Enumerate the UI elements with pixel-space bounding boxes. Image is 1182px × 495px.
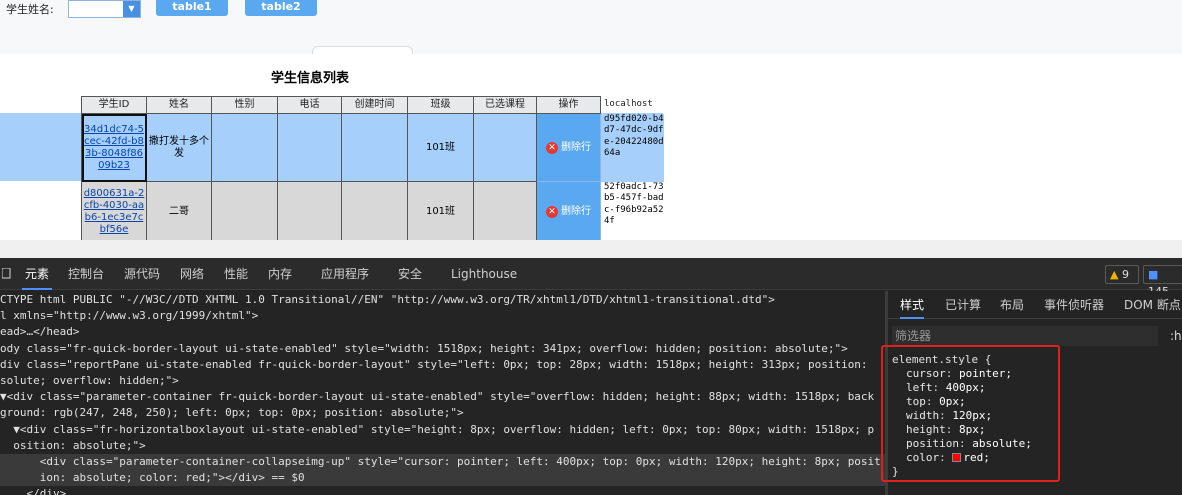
chevron-down-icon[interactable]: ▼ — [123, 1, 140, 17]
table2-button[interactable]: table2 — [245, 0, 317, 16]
header-localhost: localhost — [604, 99, 653, 110]
dom-line[interactable]: ▼<div class="parameter-container fr-quic… — [0, 389, 885, 405]
tab-sources[interactable]: 源代码 — [124, 258, 160, 290]
delete-row-label: 删除行 — [561, 141, 591, 153]
student-id-link[interactable]: 34d1dc74-5cec-42fd-b83b-8048f8609b23 — [83, 124, 146, 172]
cell-class: 101班 — [407, 181, 474, 240]
cell-phone — [277, 113, 342, 182]
cell-operation: ✕ 删除行 — [536, 113, 601, 182]
cell-operation: ✕ 删除行 — [536, 181, 601, 240]
tab-memory[interactable]: 内存 — [268, 258, 292, 290]
cell-courses — [473, 181, 537, 240]
tab-console[interactable]: 控制台 — [68, 258, 104, 290]
cell-student-id[interactable]: d800631a-2cfb-4030-aab6-1ec3e7cbf56e — [81, 181, 147, 240]
cell-courses — [473, 113, 537, 182]
cell-gender — [211, 181, 278, 240]
cell-created — [341, 181, 408, 240]
devtools-tabbar: 元素 控制台 源代码 网络 性能 内存 应用程序 安全 Lighthouse ▲… — [0, 258, 1182, 298]
cell-localhost: d95fd020-b4d7-47dc-9dfe-20422480d64a — [600, 113, 665, 182]
report-title: 学生信息列表 — [270, 71, 349, 86]
tab-security[interactable]: 安全 — [398, 258, 422, 290]
tab-network[interactable]: 网络 — [180, 258, 204, 290]
parameter-collapse-toggle[interactable] — [312, 46, 413, 54]
header-phone: 电话 — [277, 96, 342, 114]
tab-styles[interactable]: 样式 — [900, 291, 925, 319]
hover-state-toggle[interactable]: :h — [1170, 326, 1182, 346]
tab-computed[interactable]: 已计算 — [945, 291, 981, 319]
table-row[interactable]: d800631a-2cfb-4030-aab6-1ec3e7cbf56e 二哥 … — [81, 181, 665, 240]
annotation-highlight-box — [881, 345, 1060, 482]
table1-button[interactable]: table1 — [156, 0, 228, 16]
screen: 学生姓名: ▼ table1 table2 学生信息列表 学生ID 姓名 性别 … — [0, 0, 1182, 495]
student-name-label: 学生姓名: — [6, 3, 54, 16]
close-icon: ✕ — [546, 205, 558, 218]
parameter-container: 学生姓名: ▼ table1 table2 — [0, 0, 1182, 54]
student-table: 学生ID 姓名 性别 电话 创建时间 班级 已选课程 操作 localhost … — [81, 96, 665, 240]
header-created: 创建时间 — [341, 96, 408, 114]
dom-line[interactable]: osition: absolute;"> — [0, 438, 885, 454]
styles-filter-input[interactable]: 筛选器 — [892, 326, 1158, 346]
student-id-link[interactable]: d800631a-2cfb-4030-aab6-1ec3e7cbf56e — [83, 188, 146, 236]
page-gap — [0, 240, 1182, 258]
cell-phone — [277, 181, 342, 240]
dom-line[interactable]: ground: rgb(247, 248, 250); left: 0px; t… — [0, 405, 885, 421]
warnings-count: 9 — [1121, 268, 1129, 281]
cell-student-id[interactable]: 34d1dc74-5cec-42fd-b83b-8048f8609b23 — [81, 113, 147, 182]
header-courses: 已选课程 — [473, 96, 537, 114]
delete-row-label: 删除行 — [561, 205, 591, 217]
table-row[interactable]: 34d1dc74-5cec-42fd-b83b-8048f8609b23 撒打发… — [81, 113, 665, 182]
cell-name: 撒打发十多个发 — [146, 113, 212, 182]
dom-line[interactable]: ▼<div class="fr-horizontalboxlayout ui-s… — [0, 422, 885, 438]
dom-line[interactable]: CTYPE html PUBLIC "-//W3C//DTD XHTML 1.0… — [0, 292, 885, 308]
dom-line[interactable]: </div> — [0, 486, 885, 495]
delete-row-button[interactable]: ✕ 删除行 — [546, 205, 591, 218]
dom-line[interactable]: l xmlns="http://www.w3.org/1999/xhtml"> — [0, 308, 885, 324]
dom-line-selected[interactable]: <div class="parameter-container-collapse… — [0, 454, 885, 471]
header-operation: 操作 — [536, 96, 601, 114]
dom-line[interactable]: ead>…</head> — [0, 324, 885, 340]
cell-created — [341, 113, 408, 182]
close-icon: ✕ — [546, 141, 558, 154]
tab-lighthouse[interactable]: Lighthouse — [451, 258, 517, 290]
header-class: 班级 — [407, 96, 474, 114]
dom-line-selected[interactable]: ion: absolute; color: red;"></div> == $0 — [0, 470, 885, 487]
tab-performance[interactable]: 性能 — [224, 258, 248, 290]
cell-name: 二哥 — [146, 181, 212, 240]
message-bubble-icon: ■ — [1148, 268, 1159, 281]
warnings-badge[interactable]: ▲ 9 — [1105, 265, 1139, 284]
tab-layout[interactable]: 布局 — [1000, 291, 1024, 319]
header-student-id: 学生ID — [81, 96, 147, 114]
dom-line[interactable]: solute; overflow: hidden;"> — [0, 373, 885, 389]
table-header-row: 学生ID 姓名 性别 电话 创建时间 班级 已选课程 操作 localhost — [81, 96, 665, 114]
header-gender: 性别 — [211, 96, 278, 114]
dom-line[interactable]: ody class="fr-quick-border-layout ui-sta… — [0, 341, 885, 357]
cell-localhost: 52f0adc1-73b5-457f-badc-f96b92a524f — [604, 181, 664, 227]
warning-triangle-icon: ▲ — [1110, 268, 1119, 281]
tab-dom-breakpoints[interactable]: DOM 断点 — [1124, 291, 1181, 319]
cell-gender — [211, 113, 278, 182]
header-name: 姓名 — [146, 96, 212, 114]
tab-event-listeners[interactable]: 事件侦听器 — [1044, 291, 1104, 319]
elements-tree: CTYPE html PUBLIC "-//W3C//DTD XHTML 1.0… — [0, 291, 885, 495]
student-name-select[interactable]: ▼ — [68, 0, 141, 18]
inspect-icon[interactable] — [2, 268, 12, 280]
messages-badge[interactable]: ■ 145 — [1143, 265, 1182, 298]
styles-tabbar: 样式 已计算 布局 事件侦听器 DOM 断点 — [888, 291, 1182, 319]
dom-line[interactable]: div class="reportPane ui-state-enabled f… — [0, 357, 885, 373]
cell-class: 101班 — [407, 113, 474, 182]
delete-row-button[interactable]: ✕ 删除行 — [546, 141, 591, 154]
report-pane: 学生信息列表 学生ID 姓名 性别 电话 创建时间 班级 已选课程 操作 loc… — [0, 54, 1182, 240]
tab-application[interactable]: 应用程序 — [321, 258, 369, 290]
tab-elements[interactable]: 元素 — [22, 258, 52, 290]
